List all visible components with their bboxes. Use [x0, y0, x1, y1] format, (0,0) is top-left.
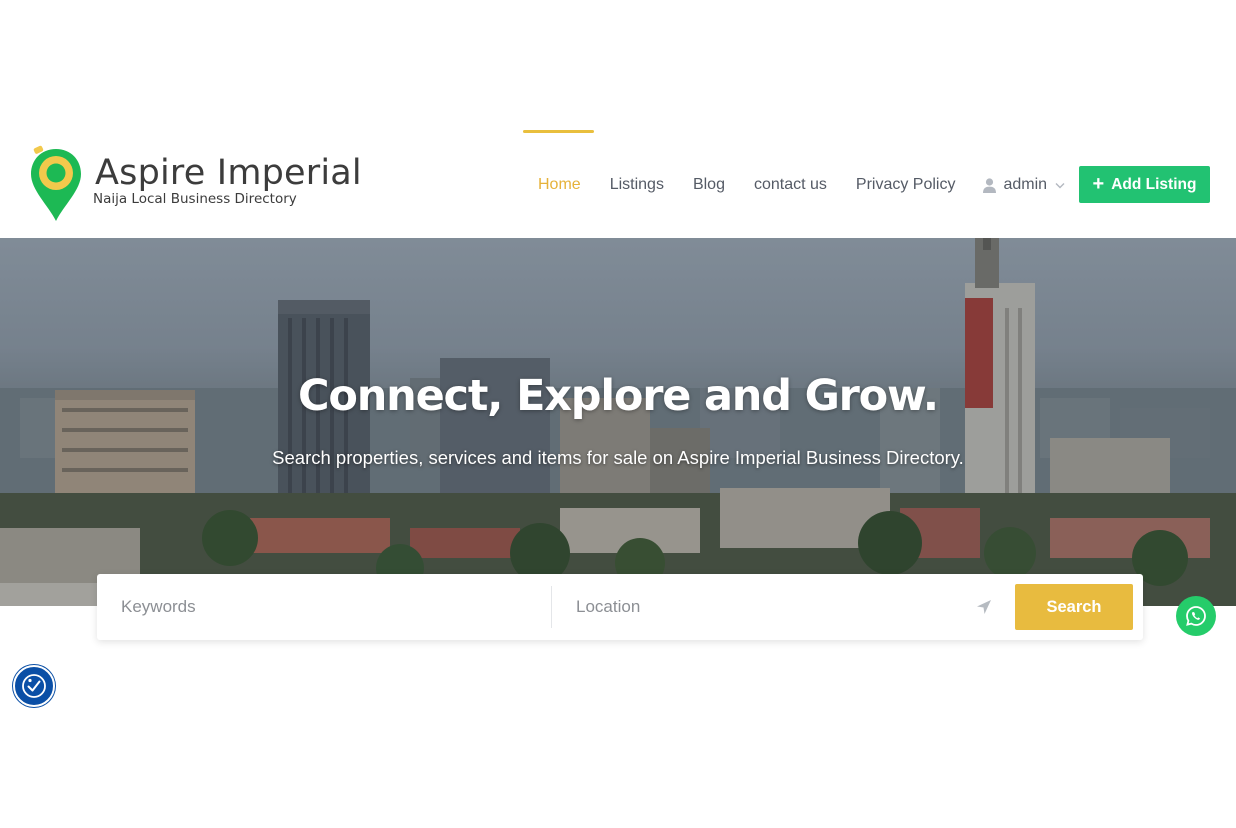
accessibility-icon [22, 674, 46, 698]
site-title: Aspire Imperial [95, 153, 362, 193]
nav-home[interactable]: Home [538, 176, 581, 194]
nav-contact-us[interactable]: contact us [754, 176, 827, 194]
keywords-input[interactable] [97, 574, 551, 640]
accessibility-button[interactable] [13, 665, 55, 707]
user-icon [983, 177, 997, 193]
user-menu-label: admin [1003, 176, 1048, 193]
search-bar: Search [97, 574, 1143, 640]
nav-privacy-policy[interactable]: Privacy Policy [856, 176, 956, 194]
plus-icon: + [1092, 172, 1105, 195]
location-input[interactable] [552, 574, 982, 640]
hero-subtitle: Search properties, services and items fo… [272, 447, 964, 468]
hero-title: Connect, Explore and Grow. [298, 371, 939, 421]
add-listing-label: Add Listing [1111, 175, 1197, 193]
hero-overlay [0, 238, 1236, 606]
user-menu[interactable]: admin [983, 176, 1065, 194]
active-nav-indicator [523, 130, 594, 133]
chevron-down-icon [1055, 182, 1065, 188]
location-pin-logo-icon [31, 145, 81, 221]
site-tagline: Naija Local Business Directory [93, 191, 297, 207]
search-button[interactable]: Search [1015, 584, 1133, 630]
page: Aspire Imperial Naija Local Business Dir… [0, 0, 1236, 828]
site-logo[interactable]: Aspire Imperial Naija Local Business Dir… [28, 145, 362, 225]
nav-listings[interactable]: Listings [610, 176, 664, 194]
hero-banner: Connect, Explore and Grow. Search proper… [0, 238, 1236, 606]
location-arrow-icon[interactable] [976, 599, 992, 615]
site-header: Aspire Imperial Naija Local Business Dir… [0, 128, 1236, 238]
main-nav: Home Listings Blog contact us Privacy Po… [538, 172, 1065, 198]
whatsapp-button[interactable] [1176, 596, 1216, 636]
add-listing-button[interactable]: + Add Listing [1079, 166, 1210, 203]
whatsapp-icon [1186, 606, 1206, 626]
nav-blog[interactable]: Blog [693, 176, 725, 194]
